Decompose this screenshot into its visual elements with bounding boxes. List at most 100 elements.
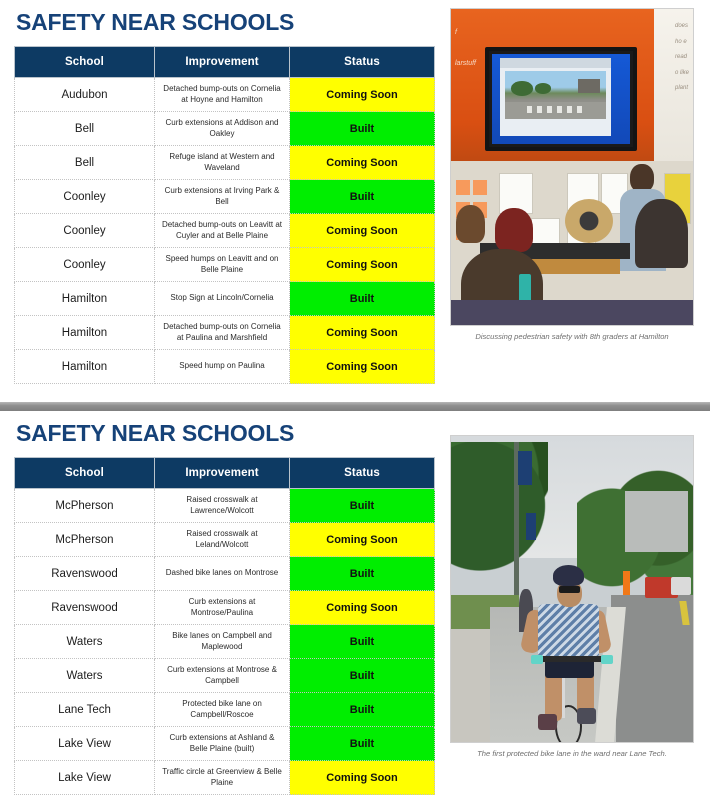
table-row: Hamilton Speed hump on Paulina Coming So… [14,349,435,384]
table-header-row: School Improvement Status [14,46,435,78]
section-1-table-column: SAFETY NEAR SCHOOLS School Improvement S… [0,0,450,384]
cell-school: McPherson [14,522,155,557]
section-divider [0,402,710,411]
presenter-head [630,163,655,193]
section-safety-near-schools-2: SAFETY NEAR SCHOOLS School Improvement S… [0,411,710,795]
cell-improvement: Traffic circle at Greenview & Belle Plai… [154,760,290,795]
cell-school: Audubon [14,77,155,112]
student [455,204,485,243]
cell-improvement: Raised crosswalk at Leland/Wolcott [154,522,290,557]
cell-school: Hamilton [14,281,155,316]
cell-school: Coonley [14,179,155,214]
protected-bike-lane-photo [450,435,694,743]
status-badge: Built [289,726,435,761]
status-badge: Built [289,179,435,214]
safety-table-2: School Improvement Status McPherson Rais… [14,457,435,795]
status-badge: Built [289,488,435,523]
cell-school: Ravenswood [14,590,155,625]
street-tree [535,83,552,94]
cell-improvement: Curb extensions at Irving Park & Bell [154,179,290,214]
table-row: Coonley Detached bump-outs on Leavitt at… [14,213,435,248]
column-header-improvement: Improvement [154,457,290,489]
cell-school: Hamilton [14,315,155,350]
page-title: SAFETY NEAR SCHOOLS [16,9,295,35]
cyclist-shirt [538,604,599,657]
table-row: Lake View Curb extensions at Ashland & B… [14,726,435,761]
parked-car [671,576,691,596]
table-row: Lake View Traffic circle at Greenview & … [14,760,435,795]
cell-improvement: Detached bump-outs on Leavitt at Cuyler … [154,213,290,248]
cell-school: Ravenswood [14,556,155,591]
table-row: McPherson Raised crosswalk at Lawrence/W… [14,488,435,523]
cell-improvement: Raised crosswalk at Lawrence/Wolcott [154,488,290,523]
cell-improvement: Refuge island at Western and Waveland [154,145,290,180]
section-2-photo-column: The first protected bike lane in the war… [450,411,710,758]
wall-text-left: f larstuff [455,29,477,67]
column-header-status: Status [289,46,435,78]
table-row: Lane Tech Protected bike lane on Campbel… [14,692,435,727]
road-worker [622,570,631,596]
cyclist-leg [545,671,563,721]
table-row: Waters Curb extensions at Montrose & Cam… [14,658,435,693]
table-row: Ravenswood Curb extensions at Montrose/P… [14,590,435,625]
cell-school: Hamilton [14,349,155,384]
sticky-note [455,179,471,196]
cyclist-shoe [538,714,558,730]
cell-school: Lake View [14,760,155,795]
street-banner [526,512,536,541]
section-safety-near-schools-1: SAFETY NEAR SCHOOLS School Improvement S… [0,0,710,384]
table-row: McPherson Raised crosswalk at Leland/Wol… [14,522,435,557]
table-row: Hamilton Stop Sign at Lincoln/Cornelia B… [14,281,435,316]
background-building [625,491,689,553]
handlebar-grip [601,654,614,664]
bike-helmet [552,564,585,586]
cell-school: Bell [14,145,155,180]
cell-school: Waters [14,624,155,659]
street-view-image [504,70,607,119]
table-row: Bell Curb extensions at Addison and Oakl… [14,111,435,146]
status-badge: Coming Soon [289,145,435,180]
cell-improvement: Curb extensions at Ashland & Belle Plain… [154,726,290,761]
table-row: Ravenswood Dashed bike lanes on Montrose… [14,556,435,591]
cell-improvement: Curb extensions at Addison and Oakley [154,111,290,146]
cell-improvement: Detached bump-outs on Cornelia at Hoyne … [154,77,290,112]
student [494,208,534,253]
foreground-table [451,299,693,325]
cell-improvement: Speed hump on Paulina [154,349,290,384]
column-header-school: School [14,46,155,78]
cell-school: Lake View [14,726,155,761]
cell-improvement: Protected bike lane on Campbell/Roscoe [154,692,290,727]
status-badge: Coming Soon [289,213,435,248]
cell-school: Coonley [14,213,155,248]
page-title-2: SAFETY NEAR SCHOOLS [16,420,295,446]
handlebar-grip [530,654,543,664]
section-divider-wrap [0,384,710,411]
status-badge: Built [289,556,435,591]
cell-improvement: Dashed bike lanes on Montrose [154,556,290,591]
cyclist-shoe [576,708,597,724]
photo-caption: Discussing pedestrian safety with 8th gr… [475,332,669,341]
photo-caption-2: The first protected bike lane in the war… [477,749,667,758]
street-tree [510,81,534,96]
column-header-status: Status [289,457,435,489]
student-hood [564,198,614,243]
table-row: Bell Refuge island at Western and Wavela… [14,145,435,180]
table-row: Hamilton Detached bump-outs on Cornelia … [14,315,435,350]
cell-improvement: Stop Sign at Lincoln/Cornelia [154,281,290,316]
wall-text-right: does ho e read o like plant [674,23,689,92]
cell-improvement: Curb extensions at Montrose/Paulina [154,590,290,625]
status-badge: Built [289,692,435,727]
status-badge: Coming Soon [289,349,435,384]
cell-school: Coonley [14,247,155,282]
handlebar [535,656,609,663]
status-badge: Coming Soon [289,522,435,557]
status-badge: Coming Soon [289,247,435,282]
crosswalk-stripes [527,106,585,114]
cell-improvement: Bike lanes on Campbell and Maplewood [154,624,290,659]
cell-improvement: Speed humps on Leavitt and on Belle Plai… [154,247,290,282]
status-badge: Built [289,624,435,659]
cell-school: McPherson [14,488,155,523]
page-root: SAFETY NEAR SCHOOLS School Improvement S… [0,0,710,798]
status-badge: Coming Soon [289,590,435,625]
section-1-photo-column: f larstuff does ho e read o like plant D… [450,0,710,341]
